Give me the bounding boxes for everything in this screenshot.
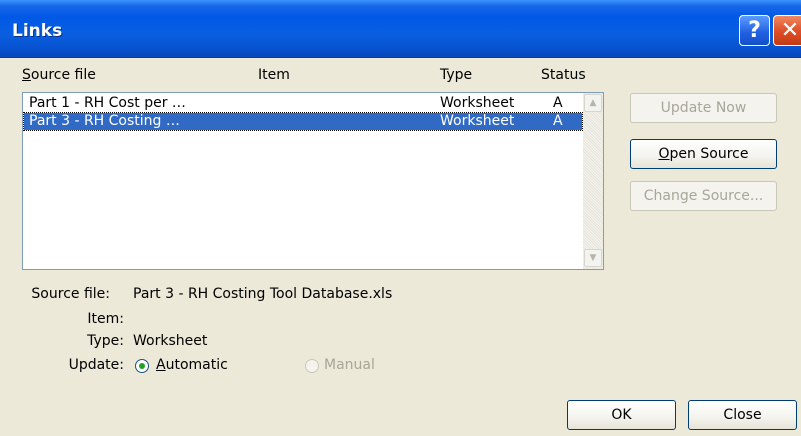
header-item: Item bbox=[258, 67, 290, 83]
scroll-up-button[interactable]: ▲ bbox=[584, 94, 602, 112]
automatic-radio[interactable] bbox=[135, 359, 149, 373]
help-button[interactable]: ? bbox=[739, 15, 770, 46]
source-file-value: Part 3 - RH Costing Tool Database.xls bbox=[133, 286, 393, 302]
help-icon: ? bbox=[748, 18, 761, 43]
arrow-up-icon: ▲ bbox=[589, 98, 597, 108]
title-bar: Links ? ✕ bbox=[0, 0, 801, 58]
row-source: Part 1 - RH Cost per … bbox=[29, 95, 186, 111]
automatic-accel: A bbox=[156, 357, 166, 373]
radio-selected-dot bbox=[139, 363, 145, 369]
update-label: Update: bbox=[68, 357, 124, 373]
links-list[interactable]: Part 1 - RH Cost per … Worksheet A Part … bbox=[22, 92, 604, 270]
manual-radio[interactable] bbox=[305, 359, 319, 373]
source-file-label: Source file: bbox=[31, 286, 110, 302]
header-source-file-accel: S bbox=[22, 67, 31, 83]
arrow-down-icon: ▼ bbox=[589, 253, 597, 263]
header-source-file-rest: ource file bbox=[30, 67, 96, 83]
ok-button[interactable]: OK bbox=[567, 400, 676, 430]
type-label: Type: bbox=[87, 333, 124, 349]
update-now-button[interactable]: Update Now bbox=[630, 93, 777, 123]
header-type: Type bbox=[440, 67, 473, 83]
automatic-label[interactable]: Automatic bbox=[156, 357, 228, 373]
close-button[interactable]: Close bbox=[688, 400, 797, 430]
row-status: A bbox=[553, 113, 563, 129]
open-source-accel: O bbox=[658, 146, 670, 162]
list-item[interactable]: Part 1 - RH Cost per … Worksheet A bbox=[24, 95, 582, 112]
row-source: Part 3 - RH Costing … bbox=[29, 113, 180, 129]
item-label: Item: bbox=[87, 311, 124, 327]
type-value: Worksheet bbox=[133, 333, 208, 349]
close-icon: ✕ bbox=[780, 18, 800, 43]
change-source-button[interactable]: Change Source... bbox=[630, 181, 777, 211]
row-status: A bbox=[553, 95, 563, 111]
row-type: Worksheet bbox=[440, 113, 515, 129]
scroll-down-button[interactable]: ▼ bbox=[584, 249, 602, 267]
header-source-file: Source file bbox=[22, 67, 96, 83]
manual-label[interactable]: Manual bbox=[324, 357, 375, 373]
automatic-rest: utomatic bbox=[165, 357, 228, 373]
open-source-button[interactable]: Open Source bbox=[630, 139, 777, 169]
close-window-button[interactable]: ✕ bbox=[773, 15, 801, 46]
header-status: Status bbox=[541, 67, 586, 83]
list-item-selected[interactable]: Part 3 - RH Costing … Worksheet A bbox=[23, 112, 583, 131]
vertical-scrollbar[interactable]: ▲ ▼ bbox=[583, 93, 603, 269]
open-source-rest: pen Source bbox=[669, 146, 749, 162]
row-type: Worksheet bbox=[440, 95, 515, 111]
window-title: Links bbox=[12, 21, 63, 41]
